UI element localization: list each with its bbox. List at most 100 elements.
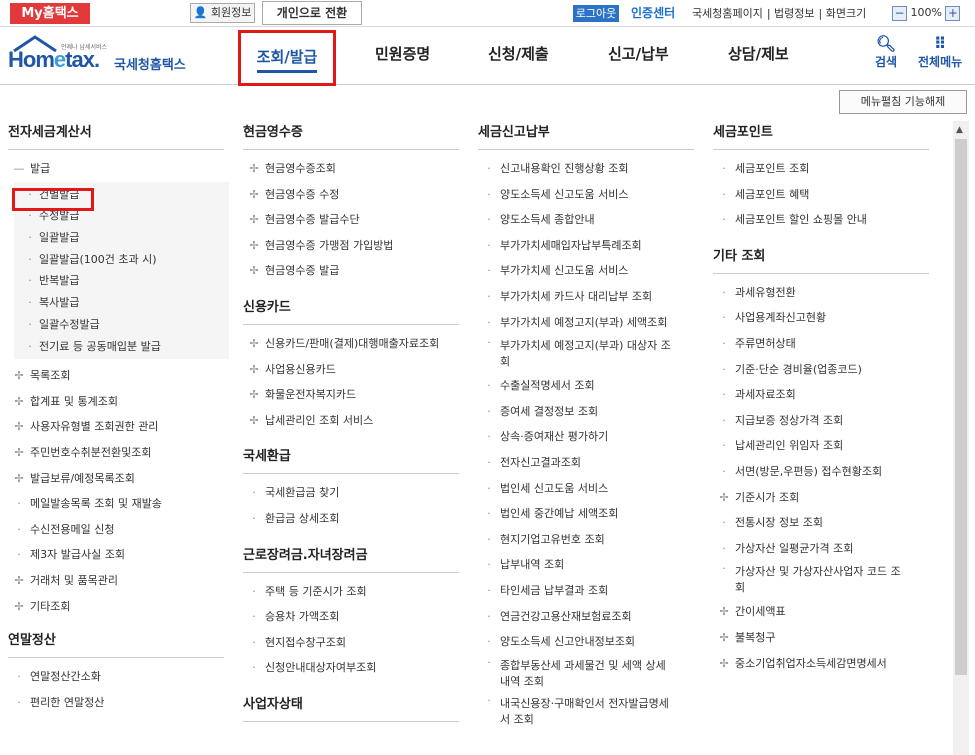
- menu-item[interactable]: · 전통시장 정보 조회: [713, 510, 929, 536]
- hometax-logo[interactable]: 언제나 납세서비스 Hometax. 국세청홈택스: [8, 33, 193, 77]
- menu-expand-toggle-button[interactable]: 메뉴펼침 기능해제: [839, 90, 967, 114]
- menu-item[interactable]: · 양도소득세 종합안내: [478, 207, 694, 233]
- menu-item[interactable]: · 증여세 결정정보 조회: [478, 399, 694, 425]
- scroll-thumb[interactable]: [955, 139, 967, 675]
- menu-item[interactable]: · 양도소득세 신고안내정보조회: [478, 629, 694, 655]
- zoom-out-button[interactable]: −: [892, 5, 907, 21]
- menu-item[interactable]: · 현지기업고유번호 조회: [478, 527, 694, 553]
- menu-item[interactable]: · 주택 등 기준시가 조회: [243, 579, 459, 605]
- menu-item[interactable]: · 수출실적명세서 조회: [478, 373, 694, 399]
- menu-item[interactable]: · 서면(방문,우편등) 접수현황조회: [713, 459, 929, 485]
- menu-item[interactable]: · 납부내역 조회: [478, 552, 694, 578]
- section-title[interactable]: 국세환급: [243, 441, 459, 475]
- menu-item[interactable]: · 납세관리인 위임자 조회: [713, 433, 929, 459]
- menu-item[interactable]: · 세금포인트 조회: [713, 156, 929, 182]
- menu-item[interactable]: · 세금포인트 할인 쇼핑몰 안내: [713, 207, 929, 233]
- menu-item[interactable]: · 과세유형전환: [713, 280, 929, 306]
- menu-item[interactable]: ✢ 신용카드/판매(결제)대행매출자료조회: [243, 331, 459, 357]
- menu-item[interactable]: · 부가가치세 신고도움 서비스: [478, 258, 694, 284]
- menu-item[interactable]: · 전자신고결과조회: [478, 450, 694, 476]
- menu-item[interactable]: ✢ 현금영수증 수정: [243, 182, 459, 208]
- menu-item[interactable]: ✢ 기준시가 조회: [713, 485, 929, 511]
- section-title[interactable]: 신용카드: [243, 292, 459, 325]
- menu-item[interactable]: · 반복발급: [14, 270, 229, 292]
- section-title[interactable]: 연말정산: [8, 625, 224, 659]
- nts-homepage-link[interactable]: 국세청홈페이지: [692, 7, 763, 20]
- menu-item[interactable]: · 편리한 연말정산: [8, 690, 229, 716]
- menu-item[interactable]: ✢ 사용자유형별 조회권한 관리: [8, 414, 229, 440]
- menu-item[interactable]: · 연말정산간소화: [8, 664, 229, 690]
- section-title[interactable]: 현금영수증: [243, 117, 459, 150]
- menu-item[interactable]: ✢ 불복청구: [713, 625, 929, 651]
- menu-item-issue[interactable]: — 발급: [8, 156, 229, 182]
- menu-item[interactable]: · 현지접수창구조회: [243, 630, 459, 656]
- menu-item[interactable]: ✢ 합계표 및 통계조회: [8, 389, 229, 415]
- switch-to-personal-button[interactable]: 개인으로 전환: [262, 1, 362, 25]
- menu-item[interactable]: · 지급보증 정상가격 조회: [713, 408, 929, 434]
- menu-item[interactable]: ✢ 현금영수증 발급수단: [243, 207, 459, 233]
- menu-item[interactable]: · 상속·증여재산 평가하기: [478, 424, 694, 450]
- menu-item[interactable]: · 법인세 중간예납 세액조회: [478, 501, 694, 527]
- menu-item[interactable]: · 승용차 가액조회: [243, 604, 459, 630]
- zoom-in-button[interactable]: +: [945, 5, 961, 21]
- section-title[interactable]: 사업자상태: [243, 689, 459, 722]
- scroll-up-icon[interactable]: ▲: [956, 125, 963, 135]
- menu-item[interactable]: · 부가가치세 예정고지(부과) 대상자 조회: [478, 335, 694, 373]
- menu-item[interactable]: ✢ 화물운전자복지카드: [243, 382, 459, 408]
- menu-item[interactable]: ✢ 기타조회: [8, 594, 229, 620]
- nav-inquiry-issue[interactable]: 조회/발급: [238, 30, 336, 86]
- logout-button[interactable]: 로그아웃: [573, 5, 619, 22]
- menu-item[interactable]: ✢ 현금영수증 발급: [243, 258, 459, 284]
- section-title[interactable]: 전자세금계산서: [8, 117, 224, 150]
- menu-item[interactable]: · 신청안내대상자여부조회: [243, 655, 459, 681]
- menu-item[interactable]: · 전기료 등 공동매입분 발급: [14, 336, 229, 358]
- menu-item[interactable]: ✢ 납세관리인 조회 서비스: [243, 408, 459, 434]
- menu-item[interactable]: · 제3자 발급사실 조회: [8, 542, 229, 568]
- menu-item[interactable]: · 복사발급: [14, 292, 229, 314]
- section-title[interactable]: 세금포인트: [713, 117, 929, 150]
- nav-application-submit[interactable]: 신청/제출: [488, 43, 549, 64]
- menu-item[interactable]: · 메일발송목록 조회 및 재발송: [8, 491, 229, 517]
- menu-item[interactable]: · 주류면허상태: [713, 331, 929, 357]
- section-title[interactable]: 근로장려금.자녀장려금: [243, 540, 459, 573]
- menu-item[interactable]: ✢ 주민번호수취분전환및조회: [8, 440, 229, 466]
- nav-report-payment[interactable]: 신고/납부: [608, 43, 669, 64]
- menu-item[interactable]: · 환급금 상세조회: [243, 506, 459, 532]
- menu-item[interactable]: · 일괄발급: [14, 227, 229, 249]
- menu-item[interactable]: ✢ 간이세액표: [713, 599, 929, 625]
- menu-item[interactable]: · 타인세금 납부결과 조회: [478, 578, 694, 604]
- menu-item[interactable]: · 사업용계좌신고현황: [713, 305, 929, 331]
- menu-item[interactable]: · 종합부동산세 과세물건 및 세액 상세 내역 조회: [478, 655, 694, 693]
- menu-item[interactable]: ✢ 목록조회: [8, 363, 229, 389]
- menu-item[interactable]: · 가상자산 일평균가격 조회: [713, 536, 929, 562]
- menu-item[interactable]: · 세금포인트 혜택: [713, 182, 929, 208]
- menu-item[interactable]: · 양도소득세 신고도움 서비스: [478, 182, 694, 208]
- menu-item[interactable]: · 일괄발급(100건 초과 시): [14, 249, 229, 271]
- menu-item[interactable]: ✢ 발급보류/예정목록조회: [8, 466, 229, 492]
- menu-item[interactable]: · 수신전용메일 신청: [8, 517, 229, 543]
- menu-item[interactable]: ✢ 중소기업취업자소득세감면명세서: [713, 651, 929, 677]
- menu-item[interactable]: · 기준·단순 경비율(업종코드): [713, 357, 929, 383]
- menu-item[interactable]: · 가상자산 및 가상자산사업자 코드 조회: [713, 561, 929, 599]
- menu-item[interactable]: · 법인세 신고도움 서비스: [478, 476, 694, 502]
- nav-civil-certificate[interactable]: 민원증명: [375, 43, 430, 64]
- menu-item[interactable]: · 국세환급금 찾기: [243, 480, 459, 506]
- menu-item[interactable]: · 연금건강고용산재보험료조회: [478, 604, 694, 630]
- menu-item[interactable]: ✢ 거래처 및 품목관리: [8, 568, 229, 594]
- law-info-link[interactable]: 법령정보: [774, 7, 814, 20]
- menu-item[interactable]: · 부가가치세 카드사 대리납부 조회: [478, 284, 694, 310]
- menu-item[interactable]: ✢ 사업용신용카드: [243, 357, 459, 383]
- section-title[interactable]: 세금신고납부: [478, 117, 694, 150]
- menu-item[interactable]: ✢ 현금영수증 가맹점 가입방법: [243, 233, 459, 259]
- scrollbar[interactable]: ▲: [953, 121, 969, 755]
- nav-consult-report[interactable]: 상담/제보: [728, 43, 789, 64]
- menu-item[interactable]: · 과세자료조회: [713, 382, 929, 408]
- my-hometax-tab[interactable]: My홈택스: [10, 3, 90, 24]
- menu-item[interactable]: ✢ 현금영수증조회: [243, 156, 459, 182]
- menu-item[interactable]: · 부가가치세 예정고지(부과) 세액조회: [478, 310, 694, 336]
- menu-item[interactable]: · 신고내용확인 진행상황 조회: [478, 156, 694, 182]
- search-button[interactable]: 🔍︎ 검색: [875, 35, 897, 70]
- cert-center-link[interactable]: 인증센터: [631, 4, 675, 23]
- all-menu-button[interactable]: ⠿ 전체메뉴: [918, 35, 962, 70]
- menu-item[interactable]: · 일괄수정발급: [14, 314, 229, 336]
